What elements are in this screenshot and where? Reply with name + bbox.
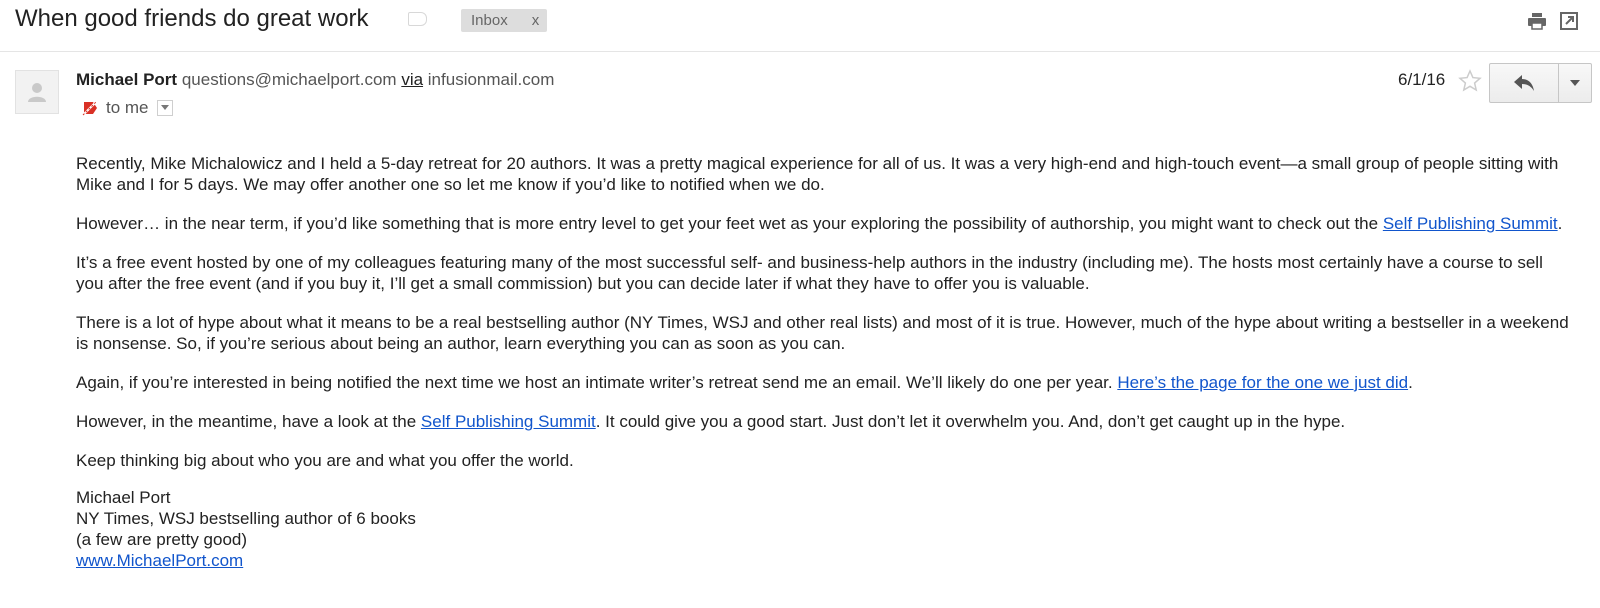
new-window-icon[interactable]	[1558, 10, 1580, 32]
show-details-button[interactable]	[156, 100, 173, 116]
recipient-line: to me	[80, 98, 173, 118]
reply-button[interactable]	[1490, 64, 1559, 102]
body-paragraph-7: Keep thinking big about who you are and …	[76, 451, 574, 470]
paragraph-end: .	[1557, 214, 1563, 233]
label-tag-icon[interactable]	[408, 12, 427, 26]
sender-line: Michael Port questions@michaelport.com v…	[76, 70, 554, 90]
signature-note: (a few are pretty good)	[76, 530, 248, 549]
via-link[interactable]: via	[401, 70, 423, 89]
paragraph-text: Again, if you’re interested in being not…	[76, 373, 1118, 392]
website-link[interactable]: www.MichaelPort.com	[76, 551, 243, 570]
email-signature: Michael Port NY Times, WSJ bestselling a…	[76, 487, 1571, 571]
body-paragraph-6: However, in the meantime, have a look at…	[76, 411, 1571, 432]
recipient-text: to me	[106, 98, 149, 117]
self-publishing-summit-link-2[interactable]: Self Publishing Summit	[421, 412, 596, 431]
reply-arrow-icon	[1514, 75, 1534, 91]
via-domain: infusionmail.com	[427, 70, 555, 89]
body-paragraph-4: There is a lot of hype about what it mea…	[76, 313, 1569, 353]
paragraph-end: . It could give you a good start. Just d…	[595, 412, 1346, 431]
chevron-down-icon	[160, 105, 169, 110]
remove-label-button[interactable]: x	[532, 12, 540, 29]
paragraph-end: .	[1408, 373, 1413, 392]
message-header-bar: When good friends do great work Inbox x	[0, 0, 1600, 52]
sender-avatar[interactable]	[15, 70, 59, 114]
signature-title: NY Times, WSJ bestselling author of 6 bo…	[76, 509, 416, 528]
retreat-page-link[interactable]: Here’s the page for the one we just did	[1117, 373, 1408, 392]
paragraph-text: However… in the near term, if you’d like…	[76, 214, 1383, 233]
star-icon[interactable]	[1458, 69, 1482, 93]
signature-name: Michael Port	[76, 488, 171, 507]
print-icon[interactable]	[1526, 10, 1548, 32]
label-chip-name: Inbox	[471, 12, 508, 29]
inbox-label-chip[interactable]: Inbox x	[461, 9, 548, 32]
paragraph-text: However, in the meantime, have a look at…	[76, 412, 421, 431]
reply-button-group	[1489, 63, 1592, 103]
body-paragraph-2: However… in the near term, if you’d like…	[76, 213, 1571, 234]
message-date: 6/1/16	[1398, 70, 1446, 89]
more-actions-button[interactable]	[1559, 64, 1591, 102]
self-publishing-summit-link[interactable]: Self Publishing Summit	[1383, 214, 1558, 233]
importance-marker-icon[interactable]	[80, 98, 100, 118]
body-paragraph-1: Recently, Mike Michalowicz and I held a …	[76, 154, 1559, 194]
body-paragraph-5: Again, if you’re interested in being not…	[76, 372, 1571, 393]
person-icon	[28, 83, 46, 102]
triangle-down-icon	[1570, 80, 1580, 86]
sender-name[interactable]: Michael Port	[76, 70, 177, 89]
email-subject: When good friends do great work	[15, 5, 369, 32]
message-body: Recently, Mike Michalowicz and I held a …	[76, 153, 1571, 571]
body-paragraph-3: It’s a free event hosted by one of my co…	[76, 253, 1543, 293]
sender-email: questions@michaelport.com	[181, 70, 397, 89]
